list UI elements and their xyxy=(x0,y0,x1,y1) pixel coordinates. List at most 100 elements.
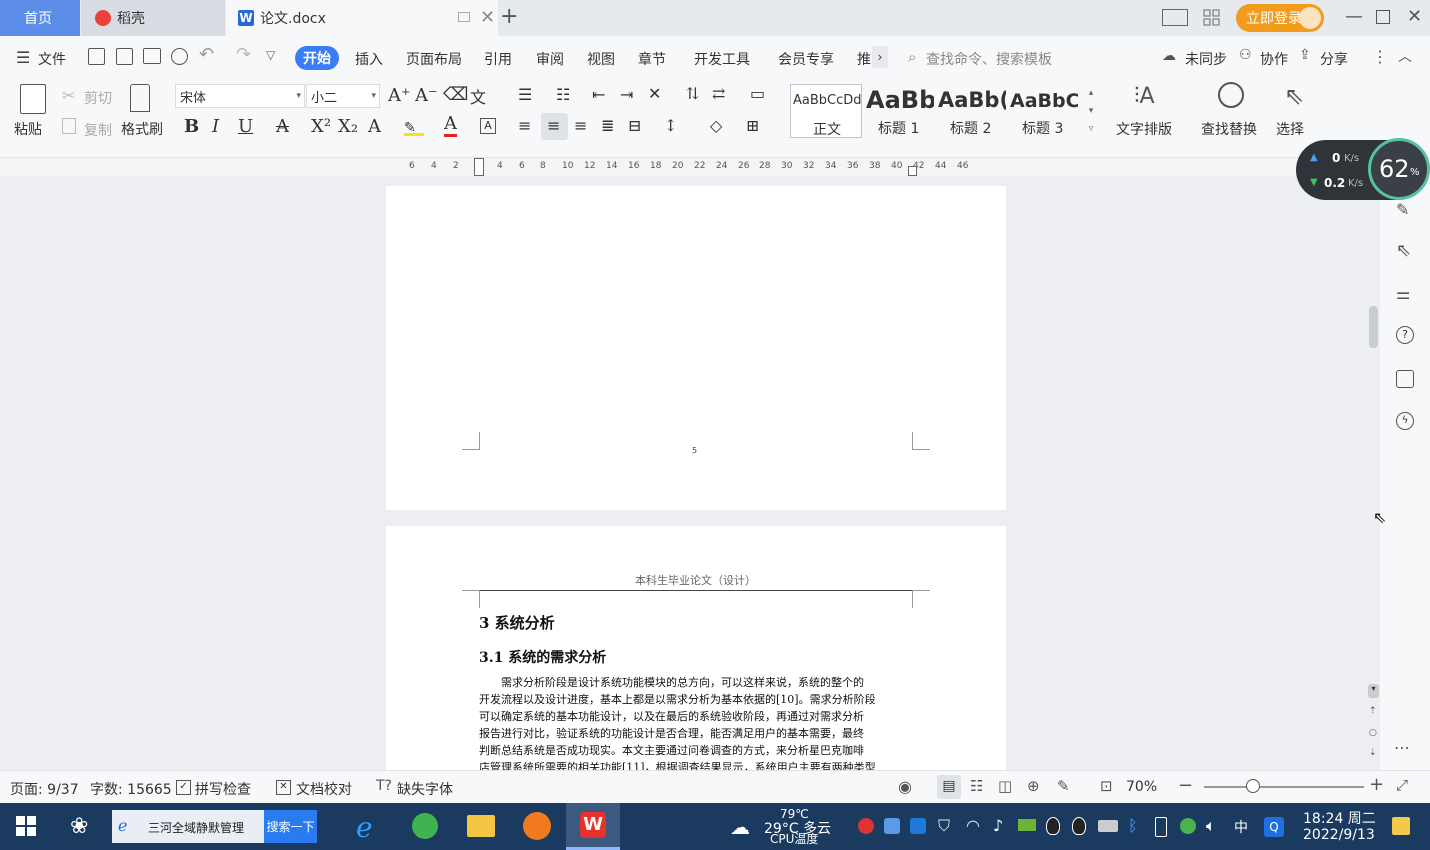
bold-icon[interactable]: B xyxy=(184,116,199,137)
assistant-icon[interactable]: ❀ xyxy=(70,814,88,839)
eye-protection-icon[interactable]: ◉ xyxy=(898,777,912,796)
game-app-icon[interactable] xyxy=(523,812,551,840)
sort-icon[interactable]: ⇅ xyxy=(686,84,699,103)
taskbar-date[interactable]: 2022/9/13 xyxy=(1303,827,1375,843)
tray-app-icon[interactable] xyxy=(884,818,900,834)
tray-app-icon[interactable] xyxy=(1180,818,1196,834)
browser-360-icon[interactable] xyxy=(412,813,438,839)
edit-pen-icon[interactable]: ✎ xyxy=(1396,200,1409,219)
horizontal-ruler[interactable]: 6422468101214161820222426283032343638404… xyxy=(0,158,1430,176)
shrink-font-icon[interactable]: A⁻ xyxy=(415,85,438,106)
copy-button[interactable]: 复制 xyxy=(84,120,112,140)
tab-home[interactable]: 首页 xyxy=(0,0,80,36)
input-method-indicator[interactable]: 中 xyxy=(1234,817,1248,837)
more-options-icon[interactable]: ⋮ xyxy=(1372,47,1388,66)
qq-icon[interactable] xyxy=(1046,817,1060,835)
more-tools-icon[interactable]: ⋯ xyxy=(1394,738,1410,757)
vertical-scrollbar[interactable]: ▾ ⇡ ○ ⇣ xyxy=(1366,176,1380,770)
menu-references[interactable]: 引用 xyxy=(484,49,512,69)
menu-start[interactable]: 开始 xyxy=(295,46,339,70)
menu-more-chevron-icon[interactable]: › xyxy=(872,46,888,68)
style-heading-2[interactable]: AaBb( 标题 2 xyxy=(936,84,1006,138)
taskbar-search-button[interactable]: 搜索一下 xyxy=(264,810,317,843)
bullets-icon[interactable]: ☰ xyxy=(518,85,532,104)
paste-button[interactable]: 粘贴 xyxy=(14,119,42,139)
quick-access-dropdown-icon[interactable]: ▽ xyxy=(266,48,275,62)
align-right-icon[interactable]: ≡ xyxy=(574,116,587,135)
chinese-layout-icon[interactable]: ✕ xyxy=(648,84,661,103)
style-heading-3[interactable]: AaBbC( 标题 3 xyxy=(1008,84,1080,138)
tab-daoke[interactable]: 稻壳 xyxy=(81,0,225,36)
drive-icon[interactable] xyxy=(1098,820,1118,832)
collab-button[interactable]: 协作 xyxy=(1260,49,1288,69)
numbering-icon[interactable]: ☷ xyxy=(556,85,570,104)
save-icon[interactable] xyxy=(88,48,105,65)
sync-status[interactable]: 未同步 xyxy=(1185,49,1227,69)
menu-file[interactable]: 文件 xyxy=(38,49,66,69)
proofread-button[interactable]: 文档校对 xyxy=(296,779,352,799)
web-view-icon[interactable]: ⊕ xyxy=(1027,777,1040,795)
search-app-icon[interactable]: Q xyxy=(1264,817,1284,837)
select-button[interactable]: 选择 xyxy=(1276,119,1304,139)
apps-grid-icon[interactable] xyxy=(1203,9,1221,27)
zoom-slider-thumb[interactable] xyxy=(1246,779,1260,793)
close-tab-icon[interactable]: ✕ xyxy=(480,7,495,28)
styles-scroll-icon[interactable]: ▴ ▾ ▿ xyxy=(1084,84,1098,140)
usb-device-icon[interactable] xyxy=(1155,817,1167,837)
fullscreen-icon[interactable]: ⤢ xyxy=(1396,776,1408,794)
highlight-icon[interactable]: ✎ xyxy=(404,120,424,136)
show-marks-icon[interactable]: ▭ xyxy=(750,84,765,103)
sticky-note-icon[interactable] xyxy=(1392,817,1410,835)
decrease-indent-icon[interactable]: ⇤ xyxy=(592,85,605,104)
justify-icon[interactable]: ≣ xyxy=(601,116,614,135)
help-icon[interactable]: ? xyxy=(1396,326,1414,344)
find-replace-button[interactable]: 查找替换 xyxy=(1201,119,1257,139)
write-mode-icon[interactable]: ✎ xyxy=(1057,777,1070,795)
file-explorer-icon[interactable] xyxy=(467,815,495,837)
page-view-icon[interactable]: ▤ xyxy=(937,775,961,799)
outline-view-icon[interactable]: ☷ xyxy=(970,777,983,795)
subscript-icon[interactable]: X₂ xyxy=(338,116,358,137)
distribute-icon[interactable]: ⊟ xyxy=(628,116,641,135)
wps-taskbar-button[interactable]: W xyxy=(566,803,620,850)
paste-icon[interactable] xyxy=(20,84,46,114)
align-left-icon[interactable]: ≡ xyxy=(518,116,531,135)
volume-icon[interactable]: 🔈︎ xyxy=(1206,816,1216,836)
network-speed-widget[interactable]: ▲ 0 K/s ▼ 0.2 K/s 62 % xyxy=(1296,138,1430,200)
text-direction-icon[interactable]: ⇄ xyxy=(712,84,725,103)
style-normal[interactable]: AaBbCcDd 正文 xyxy=(790,84,862,138)
superscript-icon[interactable]: X² xyxy=(311,116,331,137)
redo-icon[interactable]: ↷ xyxy=(236,44,251,65)
zoom-level[interactable]: 70% xyxy=(1126,779,1157,795)
tab-document[interactable]: W 论文.docx ✕ xyxy=(226,0,498,36)
ie-browser-icon[interactable]: ℯ xyxy=(356,811,373,844)
zoom-slider[interactable] xyxy=(1204,786,1364,788)
quick-action-icon[interactable]: ϟ xyxy=(1396,412,1414,430)
increase-indent-icon[interactable]: ⇥ xyxy=(620,85,633,104)
char-border-icon[interactable]: A xyxy=(480,118,496,134)
print-icon[interactable] xyxy=(143,48,161,64)
restore-icon[interactable] xyxy=(1376,10,1390,24)
wifi-icon[interactable]: ◠ xyxy=(966,816,980,835)
shading-icon[interactable]: ◇ xyxy=(710,116,722,135)
image-edit-icon[interactable] xyxy=(1396,370,1414,388)
word-count[interactable]: 字数: 15665 xyxy=(90,779,172,799)
underline-icon[interactable]: U xyxy=(238,116,253,137)
grow-font-icon[interactable]: A⁺ xyxy=(388,85,411,106)
settings-sliders-icon[interactable]: ⚌ xyxy=(1396,284,1410,303)
phonetic-guide-icon[interactable]: 文 xyxy=(470,84,486,108)
strikethrough-icon[interactable]: A xyxy=(276,116,289,137)
scroll-down-arrow-icon[interactable]: ▾ xyxy=(1368,684,1379,698)
document-canvas[interactable]: 5 本科生毕业论文（设计） 3 系统分析 3.1 系统的需求分析 需求分析阶段是… xyxy=(0,176,1366,770)
font-color-icon[interactable]: A xyxy=(444,114,457,137)
layout-icon[interactable] xyxy=(1162,9,1188,26)
taskbar-search-box[interactable]: ℯ 三河全域静默管理 xyxy=(112,810,264,843)
menu-view[interactable]: 视图 xyxy=(587,49,615,69)
prev-page-icon[interactable]: ⇡ xyxy=(1369,706,1377,716)
menu-developer[interactable]: 开发工具 xyxy=(694,49,750,69)
command-search-input[interactable]: 查找命令、搜索模板 xyxy=(926,49,1052,69)
close-window-icon[interactable]: ✕ xyxy=(1407,6,1422,27)
spell-check-toggle[interactable]: 拼写检查 xyxy=(195,779,251,799)
hamburger-icon[interactable]: ☰ xyxy=(16,48,30,67)
windows-start-icon[interactable] xyxy=(16,816,36,836)
